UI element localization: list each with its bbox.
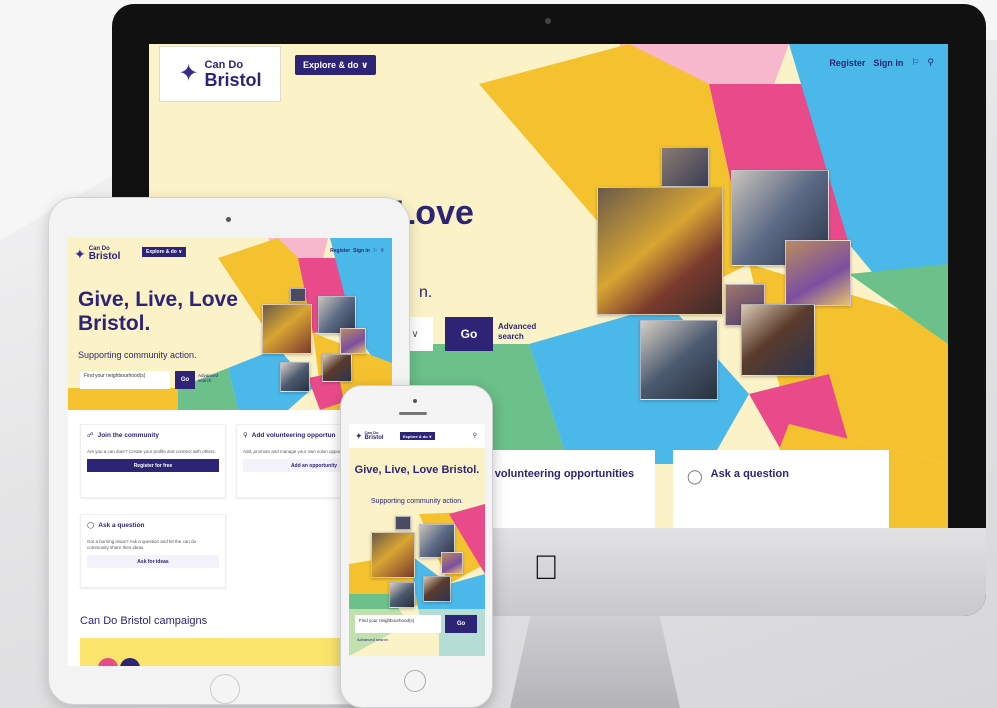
phone-home-button[interactable] [404, 670, 426, 692]
community-photo [640, 320, 718, 400]
community-photo [741, 304, 815, 376]
phone-neighbourhood-select[interactable]: Find your neighbourhood(s) [355, 615, 441, 633]
phone-speaker [399, 412, 427, 415]
tablet-go-button[interactable]: Go [175, 371, 195, 389]
logo-line2: Bristol [204, 69, 262, 90]
register-for-free-button[interactable]: Register for free [87, 459, 219, 473]
tablet-hero-subtitle: Supporting community action. [78, 350, 197, 360]
lightbulb-icon: ◯ [687, 468, 703, 484]
community-photo [290, 288, 306, 302]
community-photo [340, 328, 366, 354]
logo-star-icon: ✦ [355, 430, 363, 441]
add-volunteering-title: Add volunteering opportun [251, 431, 336, 439]
logo-line2: Bristol [364, 435, 384, 441]
campaign-banner[interactable] [80, 638, 380, 666]
ask-question-text: Got a burning issue? Ask a question and … [87, 539, 197, 551]
search-icon[interactable]: ⚲ [927, 57, 934, 68]
imac-stand [510, 616, 680, 708]
tablet-neighbourhood-select[interactable]: Find your neighbourhood(s) [80, 371, 170, 389]
ask-question-card-title: Ask a question [710, 468, 789, 480]
tablet-hero: ✦ Can Do Bristol Explore & do ∨ Register… [68, 238, 392, 410]
community-photo [371, 532, 415, 578]
campaigns-heading: Can Do Bristol campaigns [80, 615, 208, 627]
community-photo [322, 354, 352, 382]
notifications-icon[interactable]: ⚐ [373, 248, 377, 254]
desktop-header: ✦ Can Do Bristol Explore & do ∨ Register… [149, 44, 948, 102]
register-link[interactable]: Register [829, 58, 865, 68]
desktop-hero-subtitle: n. [419, 284, 433, 301]
volunteering-card[interactable]: d volunteering opportunities [479, 450, 655, 528]
community-photo [597, 187, 723, 315]
tablet-explore-button[interactable]: Explore & do ∨ [142, 247, 187, 257]
phone-hero-title: Give, Live, Love Bristol. [354, 464, 480, 476]
explore-do-button[interactable]: Explore & do ∨ [295, 55, 377, 75]
search-icon[interactable]: ⚲ [380, 248, 384, 254]
tablet-home-button[interactable] [210, 674, 240, 704]
ask-for-ideas-button[interactable]: Ask for ideas [87, 555, 219, 569]
lightbulb-icon: ◯ [87, 522, 95, 529]
logo-line2: Bristol [88, 251, 121, 262]
tablet-logo[interactable]: ✦ Can Do Bristol [74, 246, 120, 262]
phone-advanced-search-link[interactable]: Advanced search [357, 637, 388, 642]
ask-question-card[interactable]: ◯ Ask a question Got a burning issue? As… [80, 514, 226, 588]
community-photo [423, 576, 451, 602]
tablet-header-actions: Register Sign in ⚐ ⚲ [330, 248, 384, 254]
tablet-signin-link[interactable]: Sign in [353, 248, 370, 254]
tablet-camera [226, 217, 231, 222]
phone-hero-subtitle: Supporting community action. [370, 498, 464, 505]
header-actions: Register Sign in ⚐ ⚲ [829, 57, 934, 68]
phone-camera [413, 399, 417, 403]
ask-question-title: Ask a question [98, 521, 145, 529]
community-photo [441, 552, 463, 574]
join-community-card[interactable]: ☍ Join the community Are you a can doer?… [80, 424, 226, 498]
tablet-hero-title: Give, Live, Love Bristol. [78, 288, 238, 336]
community-photo [262, 304, 312, 354]
phone-explore-button[interactable]: Explore & do ∨ [400, 432, 436, 440]
desktop-go-button[interactable]: Go [445, 317, 493, 351]
search-list-icon: ⚲ [243, 432, 248, 439]
apple-logo-icon:  [530, 548, 562, 588]
tablet-register-link[interactable]: Register [330, 248, 350, 254]
phone-logo[interactable]: ✦ Can Do Bristol [355, 430, 384, 442]
community-icon: ☍ [87, 432, 94, 439]
search-icon[interactable]: ⚲ [473, 432, 477, 439]
volunteering-card-title: d volunteering opportunities [485, 468, 635, 480]
desktop-advanced-search-link[interactable]: Advanced search [498, 322, 548, 341]
site-logo[interactable]: ✦ Can Do Bristol [159, 46, 281, 102]
community-photo [389, 582, 415, 608]
community-photo [395, 516, 411, 530]
ask-question-card[interactable]: ◯ Ask a question [673, 450, 889, 528]
community-photo [785, 240, 851, 306]
campaign-banner-art [98, 658, 140, 666]
tablet-advanced-search-link[interactable]: Advanced search [198, 373, 224, 384]
join-community-title: Join the community [97, 431, 159, 439]
logo-star-icon: ✦ [178, 60, 199, 87]
logo-star-icon: ✦ [74, 246, 86, 262]
phone-go-button[interactable]: Go [445, 615, 477, 633]
logo-line1: Can Do [204, 58, 244, 71]
notifications-icon[interactable]: ⚐ [911, 57, 919, 68]
signin-link[interactable]: Sign in [873, 58, 903, 68]
community-photo [280, 362, 310, 392]
phone-screen: ✦ Can Do Bristol Explore & do ∨ ⚲ Give, … [349, 424, 485, 656]
imac-camera [545, 18, 551, 24]
join-community-text: Are you a can doer? Create your profile … [87, 449, 216, 454]
community-photo [661, 147, 709, 187]
